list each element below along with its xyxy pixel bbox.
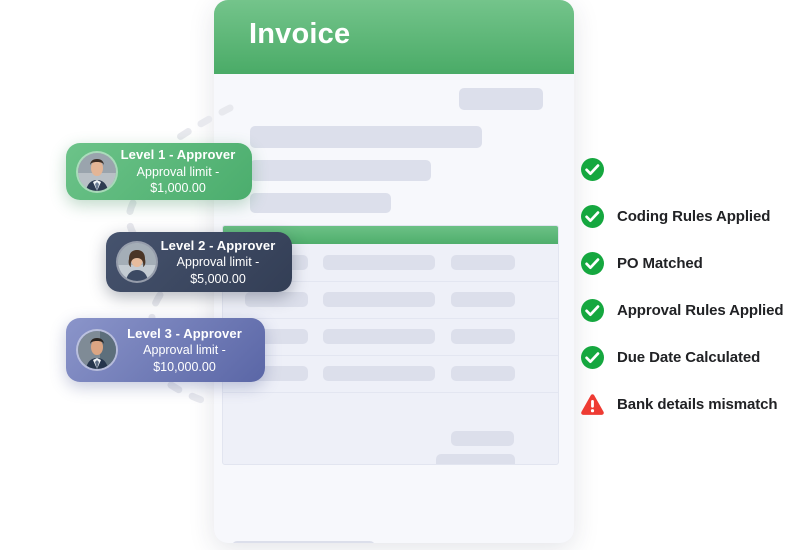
table-cell — [451, 329, 515, 344]
approver-card-text: Level 2 - Approver Approval limit - $5,0… — [156, 237, 276, 287]
placeholder-line-2 — [250, 160, 431, 181]
workflow-illustration: Invoice Level 1 - Approver Approval limi… — [0, 0, 800, 550]
invoice-header: Invoice — [214, 0, 574, 74]
table-cell — [451, 366, 515, 381]
table-cell — [323, 366, 435, 381]
check-circle-icon — [580, 251, 605, 276]
approver-limit-label: Approval limit - $10,000.00 — [143, 343, 226, 374]
approver-card-text: Level 1 - Approver Approval limit - $1,0… — [116, 146, 236, 196]
approver-limit-label: Approval limit - $5,000.00 — [176, 255, 260, 286]
checklist-item: Approval Rules Applied — [580, 287, 795, 334]
checklist-item — [580, 146, 795, 193]
table-cell — [451, 255, 515, 270]
approver-level-label: Level 3 - Approver — [127, 325, 242, 341]
check-circle-icon — [580, 204, 605, 229]
checklist-item: Coding Rules Applied — [580, 193, 795, 240]
table-cell — [323, 255, 435, 270]
table-cell — [451, 292, 515, 307]
checklist-item: PO Matched — [580, 240, 795, 287]
approver-card-level-3[interactable]: Level 3 - Approver Approval limit - $10,… — [66, 318, 265, 382]
validation-checklist: Coding Rules Applied PO Matched Approval… — [580, 146, 795, 428]
checklist-item-label: Bank details mismatch — [617, 396, 778, 413]
approver-card-level-1[interactable]: Level 1 - Approver Approval limit - $1,0… — [66, 143, 252, 200]
table-cell — [323, 292, 435, 307]
approver-level-label: Level 1 - Approver — [120, 147, 236, 163]
check-circle-icon — [580, 345, 605, 370]
approver-card-level-2[interactable]: Level 2 - Approver Approval limit - $5,0… — [106, 232, 292, 292]
placeholder-line-1 — [250, 126, 482, 148]
approver-card-text: Level 3 - Approver Approval limit - $10,… — [116, 325, 249, 375]
checklist-item-label: PO Matched — [617, 255, 703, 272]
avatar — [78, 331, 116, 369]
placeholder-amount — [459, 88, 543, 110]
table-cell — [245, 292, 308, 307]
approver-limit-label: Approval limit - $1,000.00 — [136, 164, 220, 196]
warning-triangle-icon — [580, 392, 605, 417]
check-circle-icon — [580, 157, 605, 182]
checklist-item-label: Due Date Calculated — [617, 349, 761, 366]
checklist-item-label: Approval Rules Applied — [617, 302, 784, 319]
check-circle-icon — [580, 298, 605, 323]
checklist-item: Bank details mismatch — [580, 381, 795, 428]
invoice-body — [214, 74, 574, 543]
avatar — [118, 243, 156, 281]
placeholder-total — [436, 454, 515, 464]
placeholder-footer-block — [232, 541, 375, 543]
approver-level-label: Level 2 - Approver — [160, 237, 276, 253]
table-cell — [323, 329, 435, 344]
checklist-item: Due Date Calculated — [580, 334, 795, 381]
checklist-item-label: Coding Rules Applied — [617, 208, 771, 225]
table-row — [223, 355, 558, 393]
avatar — [78, 152, 116, 191]
invoice-title: Invoice — [249, 18, 351, 50]
placeholder-line-3 — [250, 193, 391, 213]
placeholder-subtotal — [451, 431, 514, 446]
table-row — [223, 318, 558, 356]
